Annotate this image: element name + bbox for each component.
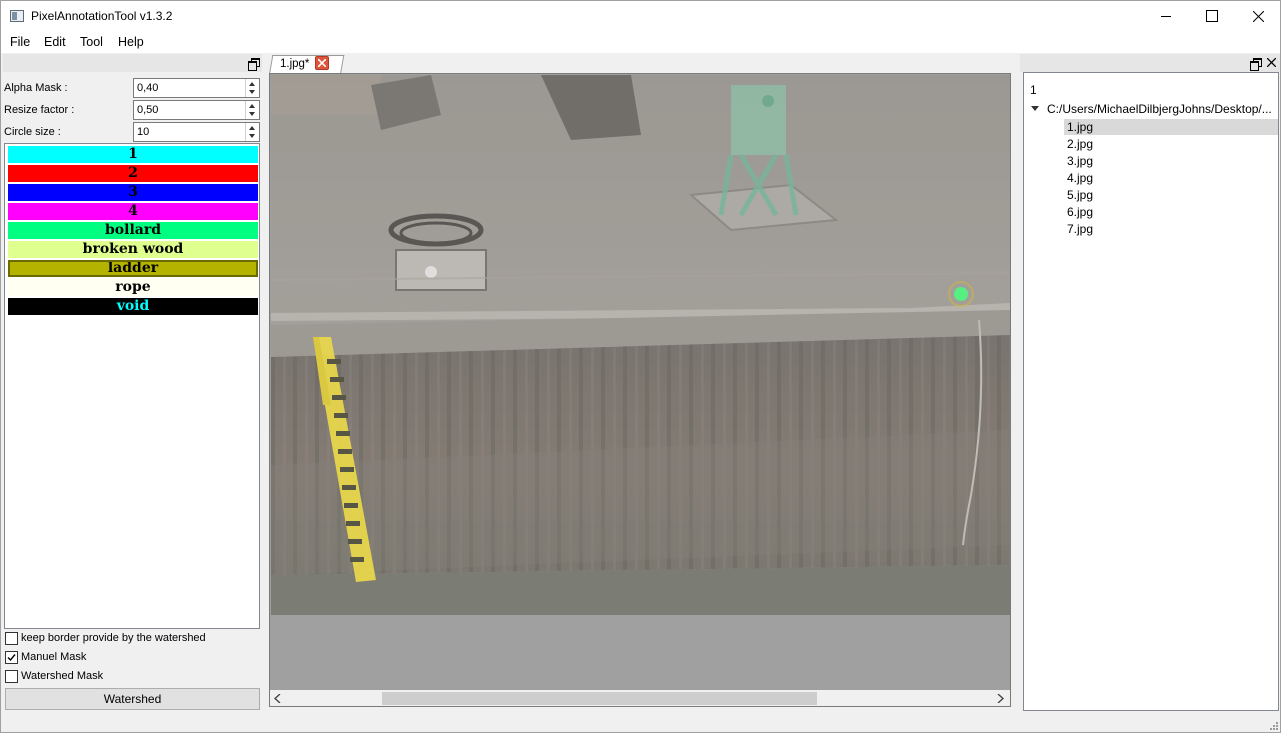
tree-root-folder[interactable]: C:/Users/MichaelDilbjergJohns/Desktop/..… xyxy=(1047,102,1272,116)
watershed-button[interactable]: Watershed xyxy=(5,688,260,710)
horizontal-scrollbar[interactable] xyxy=(270,690,1010,706)
tab-label: 1.jpg* xyxy=(280,58,310,70)
spin-arrows[interactable] xyxy=(245,123,259,141)
spin-down-icon[interactable] xyxy=(249,90,255,94)
scrollbar-thumb[interactable] xyxy=(382,692,817,705)
resize-factor-label: Resize factor : xyxy=(4,104,75,116)
watershed-mask-checkbox[interactable] xyxy=(5,670,18,683)
spin-down-icon[interactable] xyxy=(249,112,255,116)
app-window: PixelAnnotationTool v1.3.2 File Edit Too… xyxy=(0,0,1281,733)
spin-down-icon[interactable] xyxy=(249,134,255,138)
label-item-1[interactable]: 1 xyxy=(8,146,258,163)
chevron-left-icon[interactable] xyxy=(274,694,282,703)
app-icon xyxy=(10,10,24,22)
manuel-mask-checkbox[interactable] xyxy=(5,651,18,664)
chevron-down-icon[interactable] xyxy=(1031,106,1039,111)
spin-up-icon[interactable] xyxy=(249,126,255,130)
label-item-void[interactable]: void xyxy=(8,298,258,315)
resize-factor-row: Resize factor : 0,50 xyxy=(3,100,262,120)
label-list: 1 2 3 4 bollard broken wood ladder rope … xyxy=(4,143,260,629)
label-item-rope[interactable]: rope xyxy=(8,279,258,296)
alpha-mask-row: Alpha Mask : 0,40 xyxy=(3,78,262,98)
file-tree: 1 C:/Users/MichaelDilbjergJohns/Desktop/… xyxy=(1023,72,1279,711)
watershed-mask-row[interactable]: Watershed Mask xyxy=(5,669,260,685)
circle-size-value: 10 xyxy=(137,126,150,138)
tree-file-item[interactable]: 1.jpg xyxy=(1064,119,1278,135)
resize-factor-value: 0,50 xyxy=(137,104,159,116)
editor-tabbar: 1.jpg* xyxy=(269,54,1011,74)
image-viewport[interactable] xyxy=(269,73,1011,707)
circle-size-row: Circle size : 10 xyxy=(3,122,262,142)
float-dock-icon[interactable] xyxy=(248,58,260,71)
tree-header: 1 xyxy=(1030,83,1037,97)
tools-dock: Alpha Mask : 0,40 Resize factor : 0,50 C… xyxy=(3,54,262,714)
label-item-2[interactable]: 2 xyxy=(8,165,258,182)
keep-border-label: keep border provide by the watershed xyxy=(21,632,206,644)
title-bar: PixelAnnotationTool v1.3.2 xyxy=(1,1,1280,31)
menu-edit[interactable]: Edit xyxy=(44,35,66,49)
menu-help[interactable]: Help xyxy=(118,35,144,49)
close-icon xyxy=(1252,10,1264,22)
tree-file-item[interactable]: 6.jpg xyxy=(1064,204,1278,220)
label-item-broken-wood[interactable]: broken wood xyxy=(8,241,258,258)
chevron-right-icon[interactable] xyxy=(996,694,1004,703)
files-dock-titlebar xyxy=(1020,54,1280,72)
spin-up-icon[interactable] xyxy=(249,82,255,86)
circle-size-spinbox[interactable]: 10 xyxy=(133,122,260,142)
close-icon xyxy=(318,59,326,67)
spin-arrows[interactable] xyxy=(245,79,259,97)
checkmark-icon xyxy=(7,654,16,662)
watershed-mask-label: Watershed Mask xyxy=(21,670,104,682)
close-window-button[interactable] xyxy=(1235,1,1281,31)
close-icon[interactable] xyxy=(1267,58,1276,67)
label-item-bollard[interactable]: bollard xyxy=(8,222,258,239)
menu-tool[interactable]: Tool xyxy=(80,35,103,49)
alpha-mask-value: 0,40 xyxy=(137,82,159,94)
maximize-button[interactable] xyxy=(1189,1,1235,31)
tree-file-item[interactable]: 3.jpg xyxy=(1064,153,1278,169)
resize-factor-spinbox[interactable]: 0,50 xyxy=(133,100,260,120)
tree-file-item[interactable]: 2.jpg xyxy=(1064,136,1278,152)
tree-file-item[interactable]: 4.jpg xyxy=(1064,170,1278,186)
label-item-ladder[interactable]: ladder xyxy=(8,260,258,277)
tools-dock-titlebar xyxy=(3,54,262,72)
menu-bar: File Edit Tool Help xyxy=(1,31,1280,53)
float-dock-icon[interactable] xyxy=(1250,58,1262,71)
spin-up-icon[interactable] xyxy=(249,104,255,108)
tab-close-button[interactable] xyxy=(315,56,329,70)
tree-file-item[interactable]: 7.jpg xyxy=(1064,221,1278,237)
files-dock: 1 C:/Users/MichaelDilbjergJohns/Desktop/… xyxy=(1020,54,1280,714)
label-item-4[interactable]: 4 xyxy=(8,203,258,220)
label-item-3[interactable]: 3 xyxy=(8,184,258,201)
spin-arrows[interactable] xyxy=(245,101,259,119)
keep-border-row[interactable]: keep border provide by the watershed xyxy=(5,631,260,647)
manuel-mask-row[interactable]: Manuel Mask xyxy=(5,650,260,666)
keep-border-checkbox[interactable] xyxy=(5,632,18,645)
circle-size-label: Circle size : xyxy=(4,126,61,138)
window-title: PixelAnnotationTool v1.3.2 xyxy=(31,9,173,23)
menu-file[interactable]: File xyxy=(10,35,30,49)
alpha-mask-label: Alpha Mask : xyxy=(4,82,68,94)
annotated-image[interactable] xyxy=(271,75,1010,615)
minimize-button[interactable] xyxy=(1143,1,1189,31)
alpha-mask-spinbox[interactable]: 0,40 xyxy=(133,78,260,98)
manuel-mask-label: Manuel Mask xyxy=(21,651,87,663)
resize-grip-icon[interactable] xyxy=(1268,720,1278,730)
tree-file-item[interactable]: 5.jpg xyxy=(1064,187,1278,203)
